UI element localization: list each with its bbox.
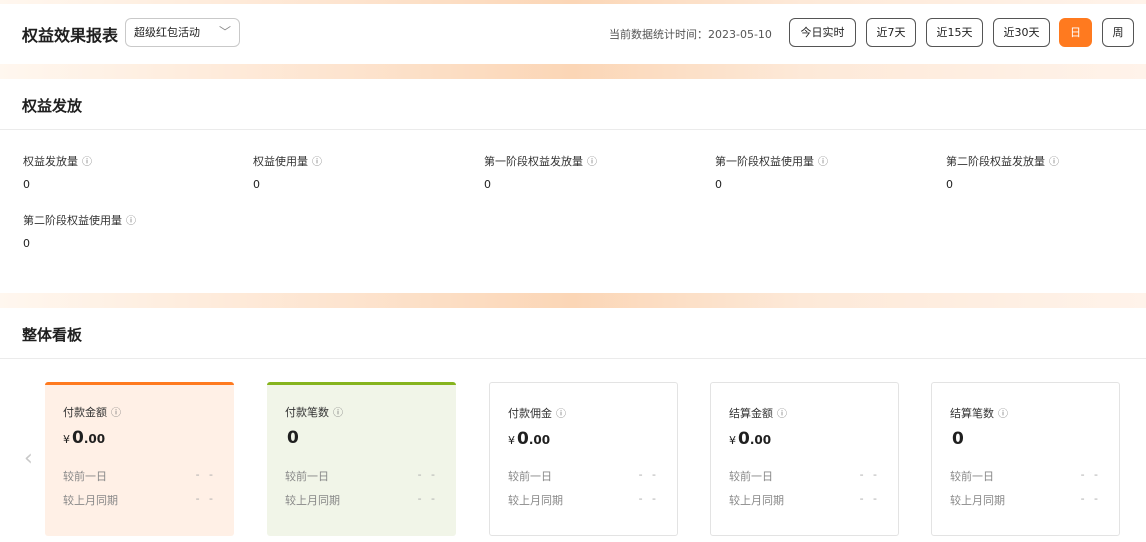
compare-prev-day-value: - -	[417, 468, 438, 481]
metric-value: 0	[946, 178, 953, 191]
equity-section-title: 权益发放	[22, 97, 83, 115]
metric-label: 权益发放量 ⓘ	[23, 155, 92, 168]
compare-last-month-value: - -	[417, 492, 438, 505]
info-icon[interactable]: ⓘ	[126, 216, 136, 227]
report-header: 权益效果报表 超级红包活动 ﹀ 当前数据统计时间：2023-05-10 今日实时…	[0, 4, 1146, 64]
card-label: 付款笔数 ⓘ	[285, 406, 343, 419]
compare-last-month-label: 较上月同期	[508, 494, 563, 507]
compare-prev-day-value: - -	[195, 468, 216, 481]
page-title: 权益效果报表	[22, 26, 119, 45]
info-icon[interactable]: ⓘ	[777, 409, 787, 420]
card-label: 结算笔数 ⓘ	[950, 407, 1008, 420]
compare-last-month-label: 较上月同期	[950, 494, 1005, 507]
compare-prev-day-value: - -	[1080, 468, 1101, 481]
compare-last-month-value: - -	[859, 492, 880, 505]
metric-value: 0	[484, 178, 491, 191]
metric-value: 0	[23, 237, 30, 250]
equity-section: 权益发放 权益发放量 ⓘ 0 权益使用量 ⓘ 0 第一阶段权益发放量 ⓘ 0 第一阶段…	[0, 79, 1146, 293]
card-value: 0	[287, 428, 299, 448]
stat-time: 当前数据统计时间：2023-05-10	[609, 28, 772, 41]
compare-prev-day-value: - -	[859, 468, 880, 481]
info-icon[interactable]: ⓘ	[82, 157, 92, 168]
info-icon[interactable]: ⓘ	[587, 157, 597, 168]
card-value: ¥0.00	[63, 428, 106, 448]
kpi-card-settlement-amount[interactable]: 结算金额 ⓘ ¥0.00 较前一日 - - 较上月同期 - -	[710, 382, 899, 536]
kpi-card-payment-count[interactable]: 付款笔数 ⓘ 0 较前一日 - - 较上月同期 - -	[267, 382, 456, 536]
info-icon[interactable]: ⓘ	[818, 157, 828, 168]
chevron-left-icon[interactable]: ‹	[24, 446, 33, 471]
compare-prev-day-label: 较前一日	[63, 470, 107, 483]
card-value: 0	[952, 429, 964, 449]
compare-last-month-label: 较上月同期	[63, 494, 118, 507]
metric-label: 第一阶段权益使用量 ⓘ	[715, 155, 828, 168]
divider	[0, 129, 1146, 130]
kpi-card-payment-amount[interactable]: 付款金额 ⓘ ¥0.00 较前一日 - - 较上月同期 - -	[45, 382, 234, 536]
activity-select[interactable]: 超级红包活动 ﹀	[125, 18, 240, 47]
metric-label: 第一阶段权益发放量 ⓘ	[484, 155, 597, 168]
card-value: ¥0.00	[508, 429, 551, 449]
info-icon[interactable]: ⓘ	[333, 408, 343, 419]
card-label: 结算金额 ⓘ	[729, 407, 787, 420]
compare-prev-day-label: 较前一日	[729, 470, 773, 483]
overview-section-title: 整体看板	[22, 326, 83, 344]
activity-select-value: 超级红包活动	[134, 26, 200, 39]
kpi-card-settlement-count[interactable]: 结算笔数 ⓘ 0 较前一日 - - 较上月同期 - -	[931, 382, 1120, 536]
range-30d-button[interactable]: 近30天	[993, 18, 1050, 47]
metric-value: 0	[253, 178, 260, 191]
metric-label: 第二阶段权益发放量 ⓘ	[946, 155, 1059, 168]
compare-last-month-value: - -	[195, 492, 216, 505]
info-icon[interactable]: ⓘ	[1049, 157, 1059, 168]
divider	[0, 358, 1146, 359]
compare-last-month-value: - -	[1080, 492, 1101, 505]
compare-last-month-label: 较上月同期	[285, 494, 340, 507]
decorative-band	[0, 293, 1146, 308]
info-icon[interactable]: ⓘ	[998, 409, 1008, 420]
card-label: 付款金额 ⓘ	[63, 406, 121, 419]
metric-label: 第二阶段权益使用量 ⓘ	[23, 214, 136, 227]
compare-prev-day-label: 较前一日	[285, 470, 329, 483]
compare-prev-day-label: 较前一日	[950, 470, 994, 483]
metric-value: 0	[23, 178, 30, 191]
compare-prev-day-value: - -	[638, 468, 659, 481]
granularity-day-button[interactable]: 日	[1059, 18, 1092, 47]
kpi-card-payment-commission[interactable]: 付款佣金 ⓘ ¥0.00 较前一日 - - 较上月同期 - -	[489, 382, 678, 536]
chevron-down-icon: ﹀	[218, 25, 231, 39]
range-7d-button[interactable]: 近7天	[866, 18, 916, 47]
metric-label: 权益使用量 ⓘ	[253, 155, 322, 168]
card-label: 付款佣金 ⓘ	[508, 407, 566, 420]
compare-prev-day-label: 较前一日	[508, 470, 552, 483]
decorative-band	[0, 64, 1146, 79]
info-icon[interactable]: ⓘ	[312, 157, 322, 168]
compare-last-month-value: - -	[638, 492, 659, 505]
granularity-week-button[interactable]: 周	[1102, 18, 1134, 47]
range-15d-button[interactable]: 近15天	[926, 18, 983, 47]
info-icon[interactable]: ⓘ	[111, 408, 121, 419]
range-today-button[interactable]: 今日实时	[789, 18, 856, 47]
info-icon[interactable]: ⓘ	[556, 409, 566, 420]
metric-value: 0	[715, 178, 722, 191]
compare-last-month-label: 较上月同期	[729, 494, 784, 507]
card-value: ¥0.00	[729, 429, 772, 449]
